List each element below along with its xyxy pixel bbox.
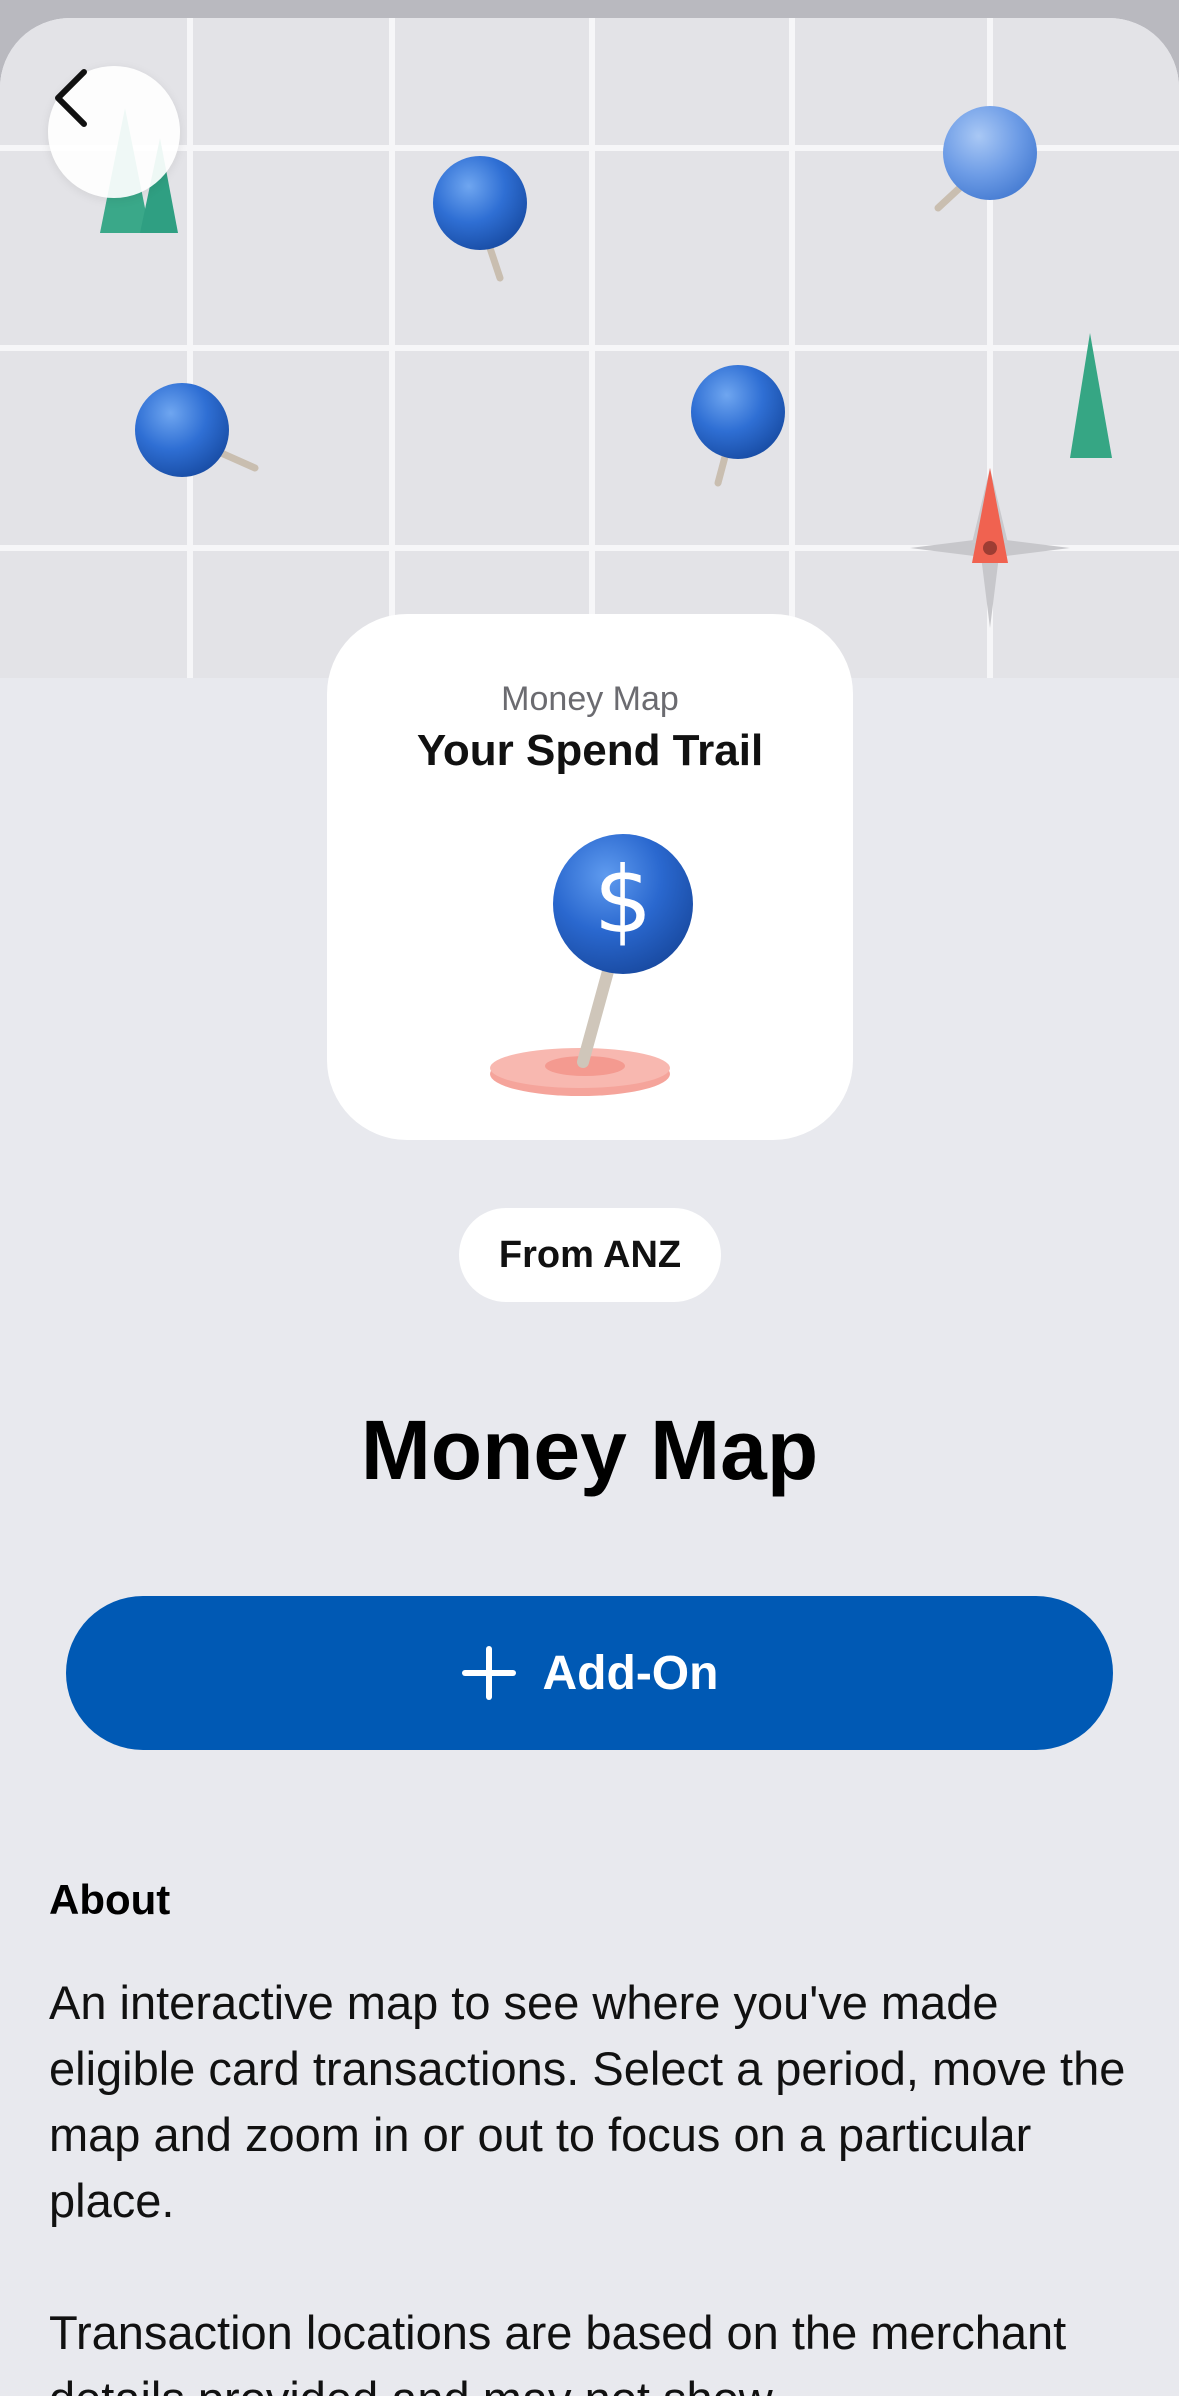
card-subtitle: Money Map [501, 680, 679, 718]
app-screen: Money Map Your Spend Trail $ From ANZ Mo… [0, 0, 1179, 2396]
detail-sheet: Money Map Your Spend Trail $ From ANZ Mo… [0, 18, 1179, 2396]
back-button[interactable] [48, 66, 180, 198]
about-paragraph: An interactive map to see where you've m… [49, 1976, 1126, 2227]
about-paragraph: Transaction locations are based on the m… [49, 2306, 1067, 2396]
add-on-label: Add-On [542, 1646, 719, 1700]
chevron-left-icon [55, 69, 87, 127]
page-title: Money Map [360, 1403, 819, 1497]
about-heading: About [49, 1876, 171, 1923]
dollar-pin-icon: $ [490, 834, 693, 1096]
hero-map-illustration [0, 18, 1179, 678]
provider-badge: From ANZ [459, 1208, 721, 1302]
plus-icon [461, 1646, 516, 1700]
feature-card: Money Map Your Spend Trail $ [327, 614, 853, 1140]
card-title: Your Spend Trail [416, 726, 764, 775]
add-on-button[interactable]: Add-On [66, 1596, 1113, 1750]
svg-text:$: $ [594, 847, 653, 954]
